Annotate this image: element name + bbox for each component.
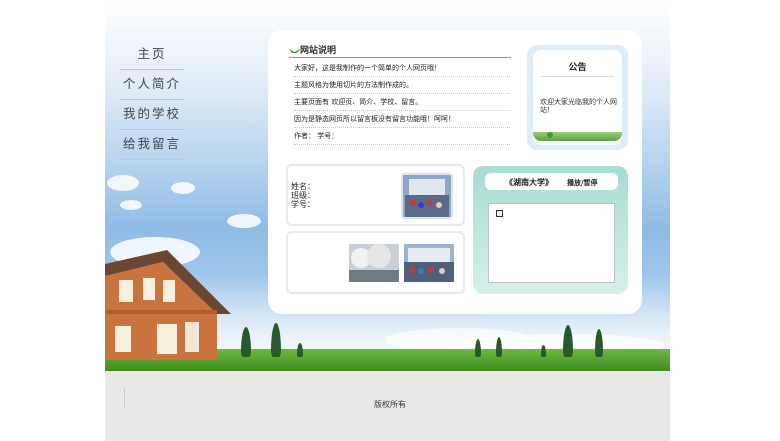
gallery-photo-campus[interactable] [347,242,401,284]
intro-title: 网站说明 [289,43,336,56]
copyright-text: 版权所有 [374,400,406,409]
nav-item-home[interactable]: 主页 [120,40,184,70]
leaf-icon [289,49,300,54]
intro-line: 作者： 学号： [294,128,510,145]
nav-item-guestbook[interactable]: 给我留言 [120,130,184,160]
main-nav: 主页 个人简介 我的学校 给我留言 [120,40,184,160]
intro-line: 大家好，这是我制作的一个简单的个人网页哦！ [294,60,510,77]
media-placeholder-icon [496,210,503,217]
gallery-photo-group[interactable] [402,242,456,284]
notice-card: 公告 欢迎大家光临我的个人网站！ [527,45,628,150]
class-label: 班级： [291,191,315,200]
school-media-box [488,203,615,283]
intro-line: 主题风格为使用切片的方法制作成的。 [294,77,510,94]
intro-list: 大家好，这是我制作的一个简单的个人网页哦！ 主题风格为使用切片的方法制作成的。 … [294,60,510,145]
nav-item-profile[interactable]: 个人简介 [120,70,184,100]
nav-item-school[interactable]: 我的学校 [120,100,184,130]
house-image [105,250,231,360]
name-label: 姓名： [291,182,315,191]
intro-title-text: 网站说明 [300,46,337,56]
notice-title: 公告 [568,63,587,73]
tree-icon [547,132,553,138]
notice-divider [541,76,614,77]
school-name: 《湖南大学》 [505,178,553,187]
student-id-label: 学号： [291,200,315,209]
notice-text: 欢迎大家光临我的个人网站！ [540,98,617,114]
play-pause-button[interactable]: 播放/暂停 [567,178,598,188]
profile-photo[interactable] [401,173,453,219]
intro-line: 主要页面有 欢迎页、简介、学校、留言。 [294,94,510,111]
profile-info: 姓名： 班级： 学号： [291,182,315,209]
intro-divider [289,57,511,58]
intro-line: 因为是静态网页所以留言板没有留言功能哦！呵呵！ [294,111,510,128]
